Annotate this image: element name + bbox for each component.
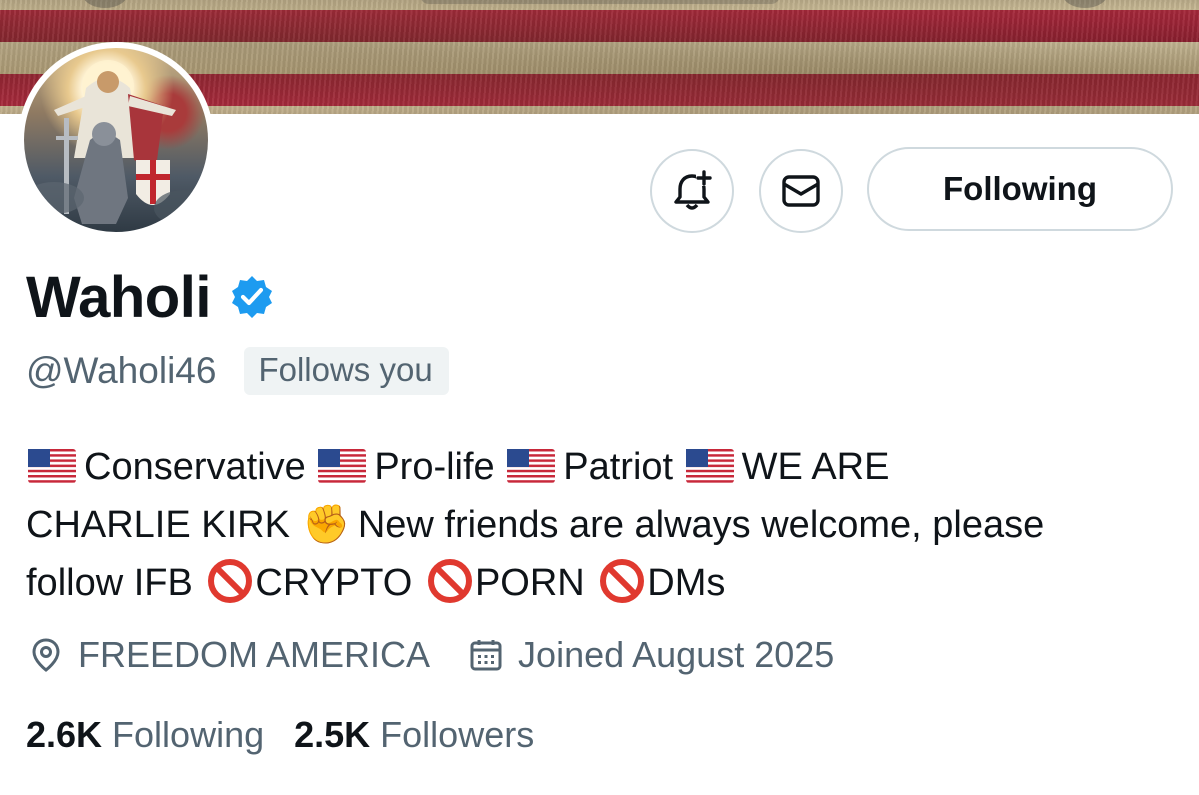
verified-badge-icon[interactable] bbox=[229, 274, 275, 320]
followers-label: Followers bbox=[380, 714, 535, 755]
bio-text: WE ARE bbox=[741, 446, 890, 488]
bio-text: PORN bbox=[474, 562, 585, 604]
follows-you-badge: Follows you bbox=[244, 347, 449, 395]
joined-text: Joined August 2025 bbox=[518, 634, 835, 675]
join-date: Joined August 2025 bbox=[468, 634, 834, 676]
notifications-button[interactable] bbox=[650, 149, 734, 233]
raised-fist-icon: ✊ bbox=[302, 504, 350, 546]
no-entry-icon bbox=[427, 559, 472, 603]
bio-text: DMs bbox=[647, 562, 726, 604]
no-entry-icon bbox=[600, 559, 645, 603]
name-row: Waholi bbox=[26, 262, 275, 332]
profile-bio: Conservative Pro-life Patriot WE ARE CHA… bbox=[26, 438, 1186, 612]
bio-text: Patriot bbox=[563, 446, 674, 488]
location: FREEDOM AMERICA bbox=[28, 634, 430, 676]
us-flag-icon bbox=[685, 449, 734, 483]
bio-text: Conservative bbox=[84, 446, 306, 488]
follow-stats: 2.6K Following 2.5K Followers bbox=[26, 710, 534, 760]
handle-row: @Waholi46 Follows you bbox=[26, 346, 449, 396]
us-flag-icon bbox=[507, 449, 556, 483]
following-button[interactable]: Following bbox=[867, 147, 1173, 231]
bio-text: follow IFB bbox=[26, 562, 193, 604]
us-flag-icon bbox=[318, 449, 367, 483]
us-flag-icon bbox=[28, 449, 76, 483]
location-text: FREEDOM AMERICA bbox=[78, 634, 431, 675]
followers-stat-link[interactable]: 2.5K Followers bbox=[294, 714, 534, 756]
avatar-image bbox=[24, 48, 208, 232]
bio-text: Pro-life bbox=[374, 446, 495, 488]
following-label: Following bbox=[112, 714, 265, 755]
bio-text: CRYPTO bbox=[255, 562, 413, 604]
display-name: Waholi bbox=[26, 264, 211, 330]
profile-meta: FREEDOM AMERICA Joined August 2025 bbox=[28, 630, 834, 680]
bio-text: New friends are always welcome, please bbox=[357, 504, 1045, 546]
bio-text: CHARLIE KIRK bbox=[26, 504, 290, 546]
avatar[interactable] bbox=[18, 42, 214, 238]
banner-top-control[interactable] bbox=[420, 0, 780, 4]
followers-count: 2.5K bbox=[294, 714, 371, 755]
location-pin-icon bbox=[32, 638, 60, 672]
calendar-icon bbox=[470, 640, 502, 671]
no-entry-icon bbox=[208, 559, 253, 603]
following-stat-link[interactable]: 2.6K Following bbox=[26, 714, 264, 756]
username-handle: @Waholi46 bbox=[26, 350, 217, 391]
following-count: 2.6K bbox=[26, 714, 103, 755]
message-button[interactable] bbox=[759, 149, 843, 233]
envelope-icon bbox=[782, 175, 820, 207]
bell-plus-icon bbox=[674, 170, 712, 210]
